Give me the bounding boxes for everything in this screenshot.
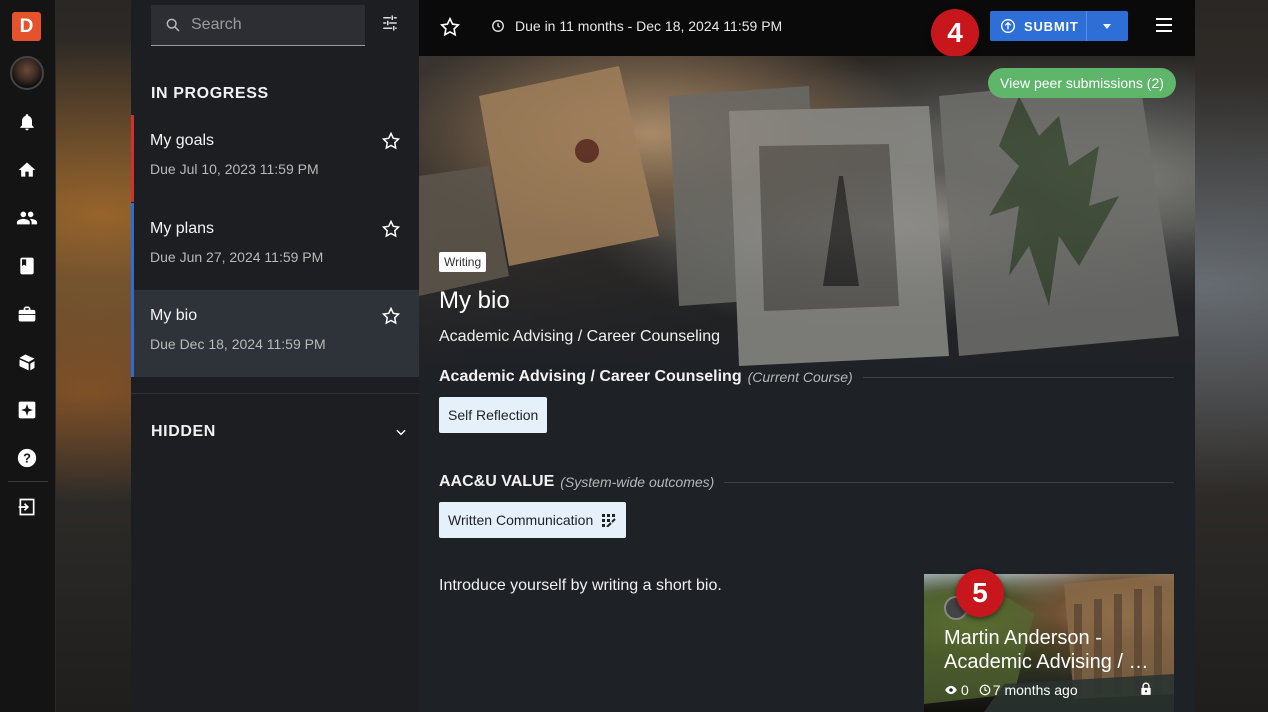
upload-icon [1001,19,1015,33]
submitted-time: 7 months ago [992,682,1078,698]
star-icon[interactable] [381,306,401,326]
assignment-detail: Due in 11 months - Dec 18, 2024 11:59 PM… [419,0,1195,712]
submit-button[interactable]: SUBMIT [990,11,1128,41]
value-name: AAC&U VALUE [439,473,555,490]
search-input[interactable] [191,16,351,34]
heading-rule [862,376,1174,378]
detail-topbar: Due in 11 months - Dec 18, 2024 11:59 PM… [419,0,1195,57]
status-bar [131,290,134,377]
star-icon[interactable] [381,131,401,151]
assignment-prompt: Introduce yourself by writing a short bi… [439,577,722,594]
list-item-title: My bio [150,307,198,324]
system-outcomes-group: AAC&U VALUE (System-wide outcomes) Writt… [439,473,1174,538]
hero-photo [419,66,1179,366]
home-icon[interactable] [14,157,40,183]
callout-badge-4: 4 [931,9,979,57]
briefcase-icon[interactable] [14,301,40,327]
section-divider [131,393,419,394]
list-item-my-plans[interactable]: My plans Due Jun 27, 2024 11:59 PM [131,203,419,290]
status-bar [131,203,134,290]
rubric-grid-icon [602,514,616,527]
people-icon[interactable] [14,205,40,231]
submit-dropdown[interactable] [1087,11,1127,41]
favorite-star-icon[interactable] [439,16,461,38]
user-avatar[interactable] [10,56,44,90]
view-peer-submissions-button[interactable]: View peer submissions (2) [988,68,1176,98]
caret-down-icon [1103,24,1111,29]
list-item-my-bio[interactable]: My bio Due Dec 18, 2024 11:59 PM [131,290,419,377]
outcomes-icon[interactable] [14,349,40,375]
app-root: D ? Search IN PROGRESS My goals Due Jul … [0,0,1268,712]
lock-icon [1141,682,1151,695]
heading-rule [724,481,1174,483]
status-bar [131,115,134,202]
clock-icon [492,20,504,32]
chip-label: Self Reflection [448,407,539,423]
list-item-due: Due Jul 10, 2023 11:59 PM [150,161,319,177]
hamburger-menu-icon[interactable] [1155,17,1173,33]
assignment-title: My bio [439,287,510,314]
list-item-due: Due Dec 18, 2024 11:59 PM [150,336,326,352]
book-icon[interactable] [14,253,40,279]
value-note: (System-wide outcomes) [560,474,715,490]
logout-icon[interactable] [14,494,40,520]
course-note: (Current Course) [747,369,853,385]
assignment-course: Academic Advising / Career Counseling [439,328,721,345]
hidden-heading[interactable]: HIDDEN [151,423,216,441]
outcome-chip-written-communication[interactable]: Written Communication [439,502,627,538]
search-icon [166,18,180,32]
filter-settings-icon[interactable] [381,14,405,38]
list-item-title: My plans [150,220,215,237]
list-item-my-goals[interactable]: My goals Due Jul 10, 2023 11:59 PM [131,115,419,202]
list-item-due: Due Jun 27, 2024 11:59 PM [150,249,324,265]
hero-banner: View peer submissions (2) Writing My bio… [419,56,1195,366]
icon-rail: D ? [0,0,56,712]
bell-icon[interactable] [14,109,40,135]
peer-submission-title: Martin Anderson - Academic Advising / … [944,627,1149,673]
category-tag: Writing [439,252,487,272]
course-outcomes-heading: Academic Advising / Career Counseling (C… [439,368,1174,386]
assignment-list-panel: IN PROGRESS My goals Due Jul 10, 2023 11… [131,0,419,712]
svg-text:?: ? [23,451,31,466]
callout-badge-5: 5 [956,569,1004,617]
system-outcomes-heading: AAC&U VALUE (System-wide outcomes) [439,473,1174,491]
in-progress-heading: IN PROGRESS [151,85,269,102]
eye-icon [945,685,957,695]
submit-label: SUBMIT [1024,18,1079,34]
sparkle-badge-icon[interactable] [14,397,40,423]
submit-main[interactable]: SUBMIT [990,11,1087,41]
help-icon[interactable]: ? [14,445,40,471]
chevron-down-icon[interactable] [394,425,408,439]
clock-icon [979,684,991,696]
app-logo[interactable]: D [12,12,41,41]
chip-label: Written Communication [448,512,594,528]
star-icon[interactable] [381,219,401,239]
due-date-text: Due in 11 months - Dec 18, 2024 11:59 PM [515,18,783,34]
peer-submission-meta: 0 7 months ago [944,682,1078,698]
list-item-title: My goals [150,132,215,149]
outcome-chip-self-reflection[interactable]: Self Reflection [439,397,548,433]
rail-divider [8,481,48,482]
view-count: 0 [961,682,969,698]
course-name: Academic Advising / Career Counseling [439,368,742,385]
search-box[interactable] [151,5,365,46]
course-outcomes-group: Academic Advising / Career Counseling (C… [439,368,1174,433]
